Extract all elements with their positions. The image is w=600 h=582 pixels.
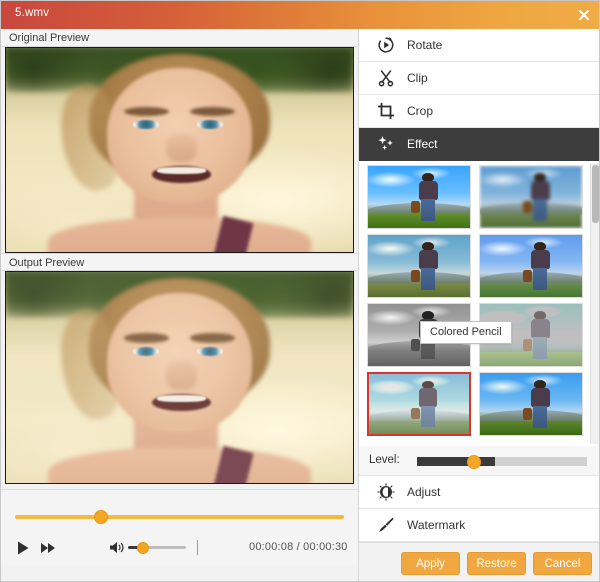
title-bar: 5.wmv xyxy=(1,1,599,29)
effects-scrollbar-thumb[interactable] xyxy=(592,165,599,223)
video-scene-output xyxy=(6,272,353,483)
menu-item-label: Crop xyxy=(407,104,434,118)
original-preview-video[interactable] xyxy=(5,47,354,253)
sparkles-icon xyxy=(373,135,399,153)
playback-progress-handle[interactable] xyxy=(94,510,108,524)
close-button[interactable] xyxy=(573,5,595,25)
volume-slider-handle[interactable] xyxy=(137,542,149,554)
scissors-icon xyxy=(373,69,399,87)
menu-item-crop[interactable]: Crop xyxy=(359,95,599,128)
brush-icon xyxy=(373,516,399,534)
menu-item-watermark[interactable]: Watermark xyxy=(359,509,599,542)
scene-nose xyxy=(165,133,197,163)
effect-thumbnail[interactable] xyxy=(367,165,471,229)
preview-pane: Original Preview Output Preview 00:00:08… xyxy=(1,29,358,581)
menu-item-label: Clip xyxy=(407,71,428,85)
rotate-icon xyxy=(373,36,399,54)
menu-item-label: Rotate xyxy=(407,38,443,52)
effect-thumbnail[interactable] xyxy=(367,234,471,298)
original-preview-label: Original Preview xyxy=(1,29,358,47)
level-slider-fill xyxy=(417,457,495,466)
play-icon xyxy=(18,541,29,555)
play-button[interactable] xyxy=(15,540,31,556)
close-icon xyxy=(579,10,589,20)
dialog-footer: Apply Restore Cancel xyxy=(359,542,599,581)
effect-level-row: Level: xyxy=(359,446,599,476)
time-display: 00:00:08 / 00:00:30 xyxy=(249,541,348,553)
menu-item-label: Adjust xyxy=(407,485,441,499)
menu-item-label: Effect xyxy=(407,137,438,151)
scene-eye-right xyxy=(196,120,223,129)
toolbar-divider xyxy=(197,540,198,555)
menu-item-label: Watermark xyxy=(407,518,466,532)
window-title: 5.wmv xyxy=(15,7,50,19)
scene-eye-left xyxy=(132,120,159,129)
output-preview-video[interactable] xyxy=(5,271,354,484)
fast-forward-button[interactable] xyxy=(39,540,57,556)
menu-item-rotate[interactable]: Rotate xyxy=(359,29,599,62)
tools-panel: Rotate Clip Crop Effect Colored Pencil L… xyxy=(358,29,599,581)
video-editor-window: 5.wmv Original Preview Output Preview 00… xyxy=(0,0,600,582)
output-preview-label: Output Preview xyxy=(1,253,358,271)
fast-forward-icon xyxy=(41,543,55,553)
crop-icon xyxy=(373,102,399,120)
effect-thumbnail[interactable] xyxy=(479,234,583,298)
menu-item-clip[interactable]: Clip xyxy=(359,62,599,95)
menu-item-effect[interactable]: Effect xyxy=(359,128,599,161)
apply-button[interactable]: Apply xyxy=(401,552,460,575)
effects-scrollbar[interactable] xyxy=(590,163,599,444)
effect-thumbnail[interactable] xyxy=(479,165,583,229)
effect-thumbnail[interactable] xyxy=(479,372,583,436)
volume-button[interactable] xyxy=(109,540,125,555)
volume-icon xyxy=(110,542,124,553)
brightness-icon xyxy=(373,483,399,501)
video-scene-original xyxy=(6,48,353,252)
playback-progress-slider[interactable] xyxy=(15,515,344,519)
effect-tooltip: Colored Pencil xyxy=(420,321,512,344)
cancel-button[interactable]: Cancel xyxy=(533,552,592,575)
menu-item-adjust[interactable]: Adjust xyxy=(359,476,599,509)
scene-effect-overlay xyxy=(6,272,353,483)
transport-controls: 00:00:08 / 00:00:30 xyxy=(1,489,358,565)
scene-teeth xyxy=(156,167,206,174)
effect-thumbnail-selected[interactable] xyxy=(367,372,471,436)
restore-button[interactable]: Restore xyxy=(467,552,526,575)
level-slider[interactable] xyxy=(417,457,587,466)
effects-grid xyxy=(359,161,599,446)
level-slider-handle[interactable] xyxy=(467,455,481,469)
level-label: Level: xyxy=(369,454,400,466)
